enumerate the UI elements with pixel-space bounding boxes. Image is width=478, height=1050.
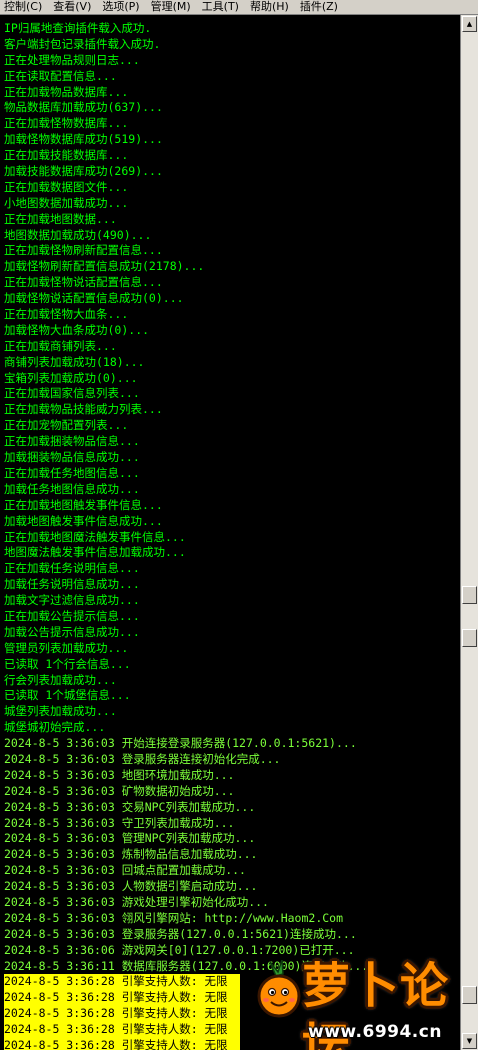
menu-item[interactable]: 管理(M) [147,0,198,14]
log-line: 加载文字过滤信息成功... [4,593,140,608]
log-line: 正在加载物品数据库... [4,84,129,99]
log-line: 2024-8-5 3:36:03 开始连接登录服务器(127.0.0.1:562… [4,736,357,751]
log-line: 正在加载怪物大血条... [4,307,129,322]
log-line: 小地图数据加载成功... [4,195,129,210]
log-line: 地图数据加载成功(490)... [4,227,152,242]
log-line: 2024-8-5 3:36:03 翎风引擎网站: http://www.Haom… [4,910,344,925]
scrollbar-thumb[interactable] [462,586,477,604]
log-line-highlighted: 2024-8-5 3:36:28 引擎支持人数: 无限 [4,1038,240,1050]
console-window: 控制(C) 查看(V) 选项(P) 管理(M) 工具(T) 帮助(H) 插件(Z) IP归属… [0,0,478,1050]
log-line: 2024-8-5 3:36:03 炼制物品信息加载成功... [4,847,258,862]
menu-item[interactable]: 控制(C) [0,0,49,14]
log-line: 2024-8-5 3:36:03 交易NPC列表加载成功... [4,799,256,814]
log-line: 正在加载地图数据... [4,211,117,226]
log-line: 宝箱列表加载成功(0)... [4,370,138,385]
log-line: 2024-8-5 3:36:03 登录服务器连接初始化完成... [4,751,281,766]
menu-item[interactable]: 查看(V) [49,0,98,14]
log-line: 加载捆装物品信息成功... [4,450,140,465]
log-line: 2024-8-5 3:36:03 登录服务器(127.0.0.1:5621)连接… [4,926,357,941]
log-line: 已读取 1个行会信息... [4,656,131,671]
log-line: 加载任务地图信息成功... [4,481,140,496]
vertical-scrollbar[interactable]: ▲ ▼ [460,15,478,1050]
log-line: 正在加载技能数据库... [4,148,129,163]
log-line: 2024-8-5 3:36:11 数据库服务器(127.0.0.1:6000)连… [4,958,369,973]
scroll-up-button[interactable]: ▲ [462,16,477,32]
log-line: 2024-8-5 3:36:03 守卫列表加载成功... [4,815,235,830]
log-line: 2024-8-5 3:36:03 矿物数据初始成功... [4,783,235,798]
log-line: 加载技能数据库成功(269)... [4,164,163,179]
log-line: 加载怪物说话配置信息成功(0)... [4,291,184,306]
menu-item[interactable]: 帮助(H) [246,0,296,14]
log-line: 已读取 1个城堡信息... [4,688,131,703]
scrollbar-thumb-secondary[interactable] [462,629,477,647]
log-line: 物品数据库加载成功(637)... [4,100,163,115]
log-line: 2024-8-5 3:36:03 人物数据引擎启动成功... [4,879,258,894]
log-line-highlighted: 2024-8-5 3:36:28 引擎支持人数: 无限 [4,1006,240,1023]
log-line: 正在加载地图魔法触发事件信息... [4,529,186,544]
log-line: IP归属地查询插件载入成功. [4,21,152,35]
arrow-down-icon: ▼ [466,1037,473,1045]
arrow-up-icon: ▲ [466,20,473,28]
log-line: 正在加载数据图文件... [4,179,129,194]
log-line: 正在加载怪物刷新配置信息... [4,243,163,258]
menu-item[interactable]: 选项(P) [98,0,146,14]
log-line: 城堡城初始完成... [4,720,106,735]
menu-bar: 控制(C) 查看(V) 选项(P) 管理(M) 工具(T) 帮助(H) 插件(Z) [0,0,478,15]
log-line: 正在加宠物配置列表... [4,418,129,433]
scroll-down-button[interactable]: ▼ [462,1033,477,1049]
log-line: 2024-8-5 3:36:03 回城点配置加载成功... [4,863,246,878]
log-line: 正在加载公告提示信息... [4,608,140,623]
log-line-highlighted: 2024-8-5 3:36:28 引擎支持人数: 无限 [4,974,240,991]
log-console[interactable]: IP归属地查询插件载入成功. 客户端封包记录插件载入成功. 正在处理物品规则日志..… [0,15,458,1050]
log-line: 加载怪物刷新配置信息成功(2178)... [4,259,205,274]
log-line: 正在加载任务说明信息... [4,561,140,576]
log-line: 正在读取配置信息... [4,68,117,83]
scrollbar-thumb-lower[interactable] [462,986,477,1004]
log-line: 正在加载国家信息列表... [4,386,140,401]
menu-item[interactable]: 插件(Z) [296,0,345,14]
log-line: 正在加载怪物说话配置信息... [4,275,163,290]
log-line: 正在加载任务地图信息... [4,465,140,480]
log-line: 商铺列表加载成功(18)... [4,354,145,369]
log-line: 正在加载商铺列表... [4,338,117,353]
log-line: 加载地图触发事件信息成功... [4,513,163,528]
log-line: 正在加载物品技能威力列表... [4,402,163,417]
log-line: 管理员列表加载成功... [4,640,129,655]
log-line: 2024-8-5 3:36:03 管理NPC列表加载成功... [4,831,256,846]
log-line-highlighted: 2024-8-5 3:36:28 引擎支持人数: 无限 [4,1022,240,1038]
log-line: 正在加载捆装物品信息... [4,434,140,449]
log-line-highlighted: 2024-8-5 3:36:28 引擎支持人数: 无限 [4,990,240,1007]
log-line: 地图魔法触发事件信息加载成功... [4,545,186,560]
log-line: 正在处理物品规则日志... [4,52,140,67]
log-line: 2024-8-5 3:36:06 游戏网关[0](127.0.0.1:7200)… [4,942,355,957]
log-line: 正在加载怪物数据库... [4,116,129,131]
log-line: 加载怪物大血条成功(0)... [4,322,150,337]
log-line: 加载怪物数据库成功(519)... [4,132,163,147]
log-line: 正在加载地图触发事件信息... [4,497,163,512]
log-line: 行会列表加载成功... [4,672,117,687]
log-line: 加载公告提示信息成功... [4,624,140,639]
log-line: 2024-8-5 3:36:03 地图环境加载成功... [4,767,235,782]
log-line: 2024-8-5 3:36:03 游戏处理引擎初始化成功... [4,894,269,909]
log-line: 客户端封包记录插件载入成功. [4,36,161,51]
menu-item[interactable]: 工具(T) [198,0,246,14]
log-line: 加载任务说明信息成功... [4,577,140,592]
log-line: 城堡列表加载成功... [4,704,117,719]
